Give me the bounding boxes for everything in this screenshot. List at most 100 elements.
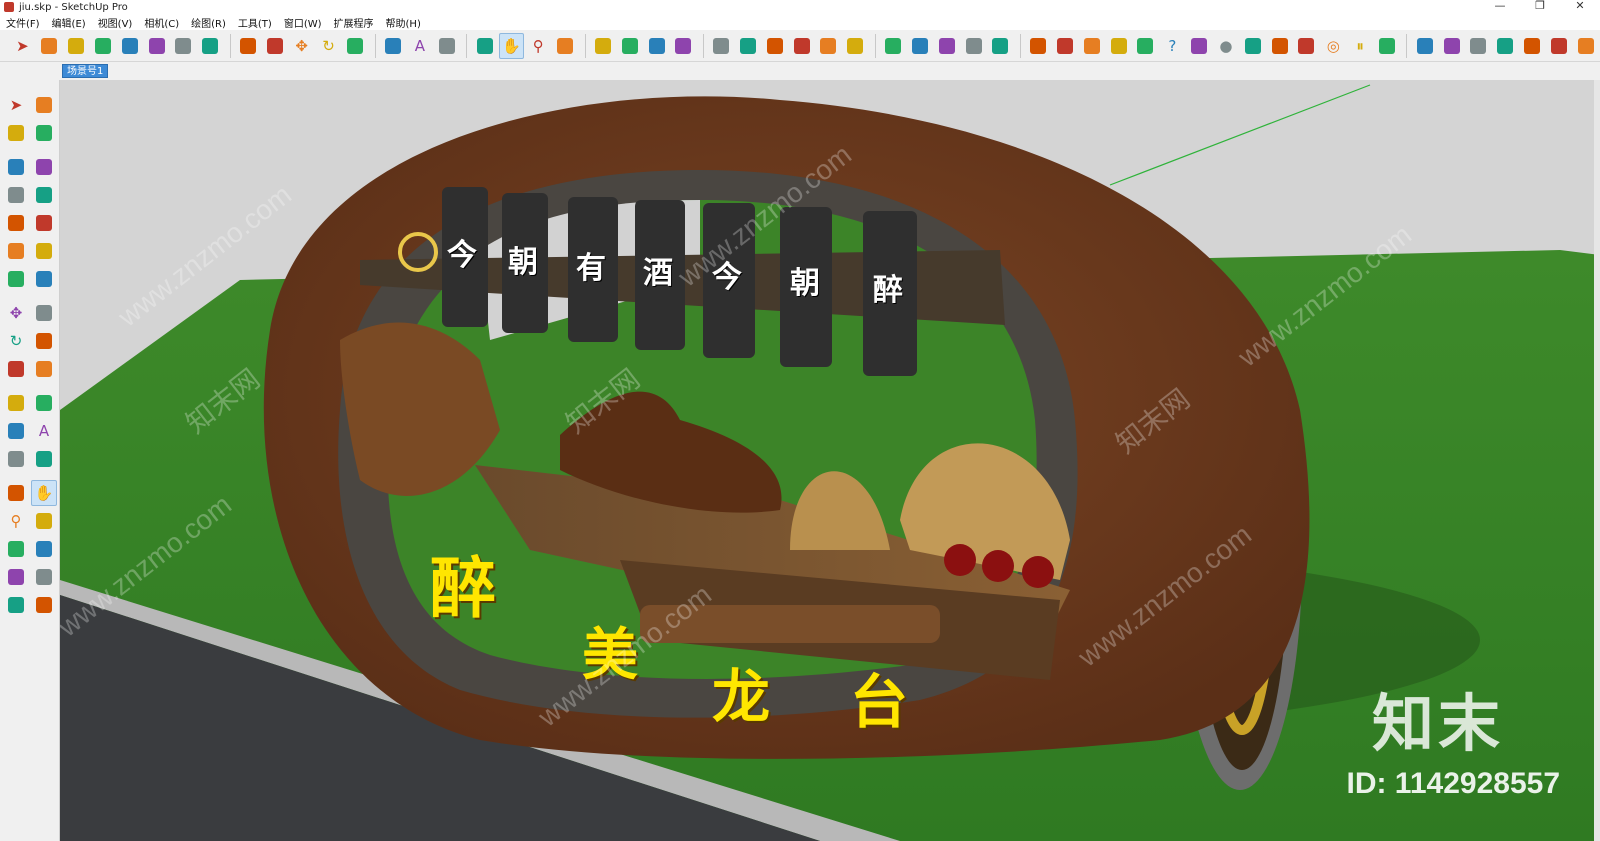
textured-icon[interactable] [988, 33, 1013, 59]
tape-measure-icon[interactable] [381, 33, 406, 59]
menu-help[interactable]: 帮助(H) [380, 15, 427, 30]
back-view-icon[interactable] [816, 33, 841, 59]
freehand-icon[interactable] [31, 154, 57, 180]
pan-icon[interactable]: ✋ [498, 32, 524, 59]
offset-icon[interactable] [31, 356, 57, 382]
zoom-extents-icon[interactable] [553, 33, 578, 59]
shaded-icon[interactable] [961, 33, 986, 59]
look-around-icon[interactable] [31, 564, 57, 590]
stamp-icon[interactable] [1520, 33, 1545, 59]
rectangle-dropdown-icon[interactable] [198, 33, 223, 59]
add-detail-icon[interactable] [1573, 33, 1598, 59]
scene-tab-1[interactable]: 场景号1 [62, 64, 109, 78]
top-view-icon[interactable] [736, 33, 761, 59]
layout-icon[interactable] [671, 33, 696, 59]
paint-bucket-icon[interactable] [434, 33, 459, 59]
select-icon[interactable]: ➤ [10, 33, 35, 59]
move-icon[interactable]: ✥ [289, 33, 314, 59]
zoom-icon[interactable]: ⚲ [3, 508, 29, 534]
zoom-extents-icon[interactable] [3, 536, 29, 562]
section-display-icon[interactable] [1439, 33, 1464, 59]
rectangle-icon[interactable] [3, 182, 29, 208]
circle-icon[interactable] [3, 210, 29, 236]
orbit-icon[interactable] [472, 33, 497, 59]
warehouse-icon[interactable] [590, 33, 615, 59]
scale-icon[interactable] [343, 33, 368, 59]
share-model-icon[interactable] [617, 33, 642, 59]
three-point-arc-icon[interactable] [3, 266, 29, 292]
menu-view[interactable]: 视图(V) [92, 15, 139, 30]
plugin-r-icon[interactable] [1079, 33, 1104, 59]
eraser-icon[interactable] [37, 33, 62, 59]
axes-icon[interactable] [3, 446, 29, 472]
menu-edit[interactable]: 编辑(E) [46, 15, 92, 30]
plugin-rt-icon[interactable] [1106, 33, 1131, 59]
select-icon[interactable]: ➤ [3, 92, 29, 118]
push-pull-icon[interactable] [31, 300, 57, 326]
plugin-wand-icon[interactable] [1240, 33, 1265, 59]
help-icon[interactable]: ? [1160, 33, 1185, 59]
plugin-br-icon[interactable] [1133, 33, 1158, 59]
zoom-icon[interactable]: ⚲ [526, 33, 551, 59]
hidden-line-icon[interactable] [934, 33, 959, 59]
sandbox2-icon[interactable] [1493, 33, 1518, 59]
wireframe-icon[interactable] [907, 33, 932, 59]
pan-icon[interactable]: ✋ [31, 480, 57, 506]
zoom-window-icon[interactable] [31, 508, 57, 534]
move-icon[interactable]: ✥ [3, 300, 29, 326]
drape-icon[interactable] [1546, 33, 1571, 59]
iso-view-icon[interactable] [709, 33, 734, 59]
plugin-tree-icon[interactable] [1267, 33, 1292, 59]
model-viewport[interactable]: 今 朝 有 酒 今 朝 醉 醉 美 龙 台 www.znzmo.com www.… [60, 80, 1600, 841]
sandbox-icon[interactable] [1466, 33, 1491, 59]
color-wheel-icon[interactable] [1375, 33, 1400, 59]
front-view-icon[interactable] [762, 33, 787, 59]
menu-window[interactable]: 窗口(W) [278, 15, 328, 30]
close-button[interactable]: ✕ [1560, 0, 1600, 14]
follow-me-icon[interactable] [262, 33, 287, 59]
menu-extensions[interactable]: 扩展程序 [328, 15, 380, 30]
follow-me-icon[interactable] [31, 328, 57, 354]
rotate-icon[interactable]: ↻ [3, 328, 29, 354]
section-plane-icon[interactable] [1412, 33, 1437, 59]
plugin-m-icon[interactable] [1026, 33, 1051, 59]
plugin-tag-icon[interactable] [1053, 33, 1078, 59]
menu-camera[interactable]: 相机(C) [138, 15, 185, 30]
rotate-icon[interactable]: ↻ [316, 33, 341, 59]
position-camera-icon[interactable] [3, 564, 29, 590]
target-icon[interactable]: ◎ [1321, 33, 1346, 59]
text-icon[interactable]: A [31, 418, 57, 444]
rotated-rectangle-icon[interactable] [31, 182, 57, 208]
arc-icon[interactable] [117, 33, 142, 59]
menu-file[interactable]: 文件(F) [0, 15, 46, 30]
3d-text-icon[interactable] [31, 446, 57, 472]
extension-warehouse-icon[interactable] [644, 33, 669, 59]
arc-icon[interactable] [3, 238, 29, 264]
text-icon[interactable]: A [408, 33, 433, 59]
viewport-scrollbar[interactable] [1594, 80, 1600, 841]
right-view-icon[interactable] [789, 33, 814, 59]
scene-canvas[interactable] [60, 80, 1600, 841]
pie-icon[interactable] [31, 266, 57, 292]
arc-dropdown-icon[interactable] [144, 33, 169, 59]
xray-icon[interactable] [881, 33, 906, 59]
plugin-tree2-icon[interactable] [1294, 33, 1319, 59]
dimension-icon[interactable] [31, 390, 57, 416]
sphere-icon[interactable]: ● [1214, 33, 1239, 59]
tape-measure-icon[interactable] [3, 390, 29, 416]
restore-button[interactable]: ❐ [1520, 0, 1560, 14]
menu-tools[interactable]: 工具(T) [232, 15, 278, 30]
pause-icon[interactable]: ⏸ [1348, 33, 1373, 59]
two-point-arc-icon[interactable] [31, 238, 57, 264]
scale-icon[interactable] [3, 356, 29, 382]
protractor-icon[interactable] [3, 418, 29, 444]
push-pull-icon[interactable] [236, 33, 261, 59]
plugin-key-icon[interactable] [1187, 33, 1212, 59]
walk-icon[interactable] [3, 592, 29, 618]
minimize-button[interactable]: — [1480, 0, 1520, 14]
previous-view-icon[interactable] [31, 536, 57, 562]
menu-draw[interactable]: 绘图(R) [185, 15, 232, 30]
pencil-icon[interactable] [3, 154, 29, 180]
paint-bucket-icon[interactable] [3, 120, 29, 146]
orbit-icon[interactable] [3, 480, 29, 506]
